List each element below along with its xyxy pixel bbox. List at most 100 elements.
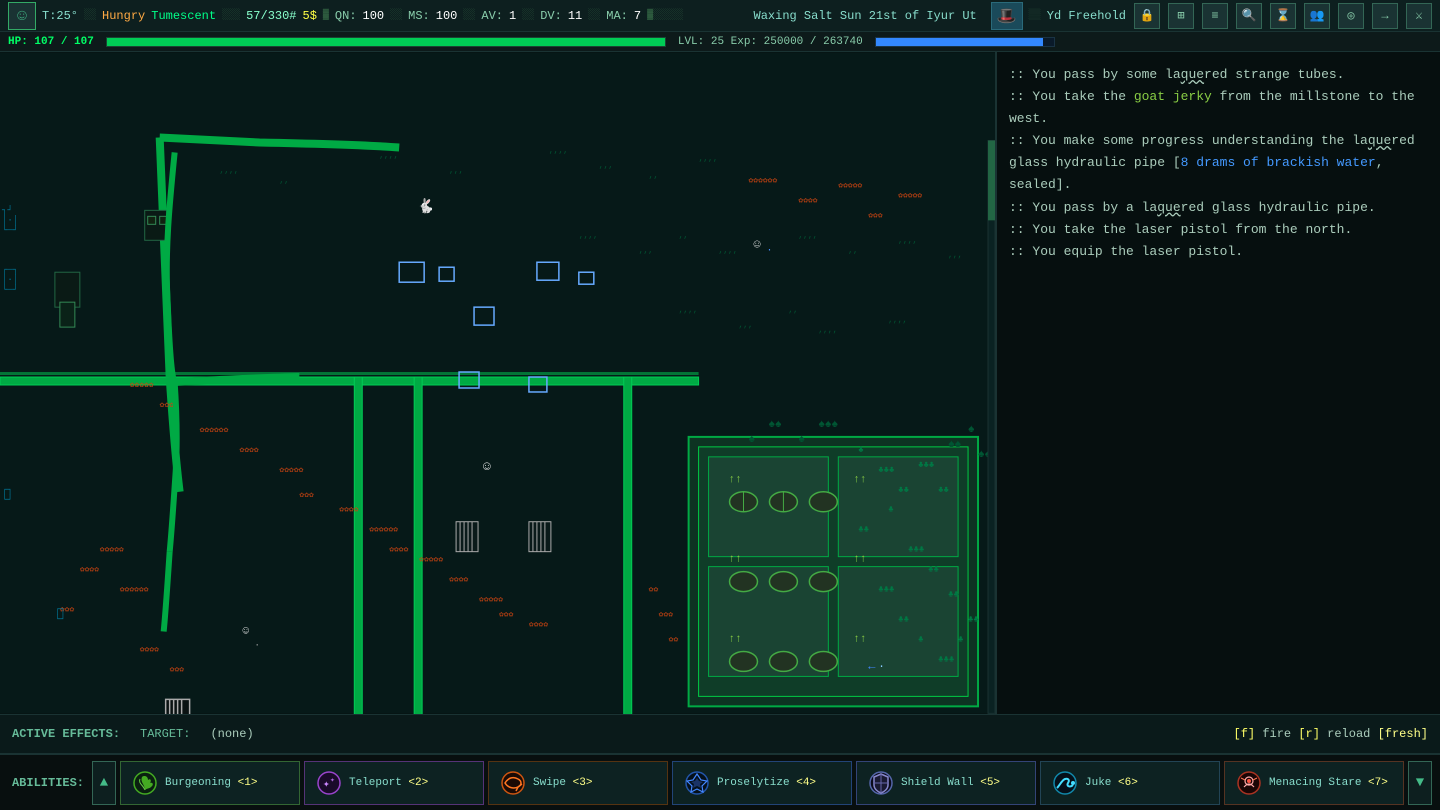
svg-text:♣♣♣: ♣♣♣ bbox=[938, 654, 954, 664]
message-2: :: You take the goat jerky from the mill… bbox=[1009, 86, 1428, 130]
arrow-icon-btn[interactable]: → bbox=[1372, 3, 1398, 29]
svg-text:✿✿✿: ✿✿✿ bbox=[299, 491, 314, 500]
svg-text:,,: ,, bbox=[679, 231, 689, 240]
hat-icon: 🎩 bbox=[991, 2, 1023, 30]
condition: Tumescent bbox=[151, 9, 216, 23]
game-viewport[interactable]: ✿✿✿✿✿ ✿✿✿ ✿✿✿✿✿✿ ✿✿✿✿ ✿✿✿✿✿ ✿✿✿ ✿✿✿✿ ✿✿✿… bbox=[0, 52, 997, 714]
svg-text:,,,: ,,, bbox=[449, 166, 463, 175]
svg-text:✿✿✿✿✿✿: ✿✿✿✿✿✿ bbox=[748, 176, 777, 185]
svg-text:└┘: └┘ bbox=[55, 614, 66, 625]
svg-text:✿✿: ✿✿ bbox=[649, 586, 659, 595]
hp-level-bar: HP: 107 / 107 LVL: 25 Exp: 250000 / 2637… bbox=[0, 32, 1440, 52]
svg-text:,,,,: ,,,, bbox=[888, 316, 907, 325]
message-4: :: You pass by a laquered glass hydrauli… bbox=[1009, 197, 1428, 219]
svg-text:✿✿✿✿✿: ✿✿✿✿✿ bbox=[419, 556, 443, 565]
shield-wall-name: Shield Wall <5> bbox=[901, 777, 1000, 789]
svg-text:,,,: ,,, bbox=[639, 246, 653, 255]
svg-text:↑↑: ↑↑ bbox=[729, 554, 742, 566]
svg-text:,,,,: ,,,, bbox=[549, 146, 568, 155]
svg-text:↑↑: ↑↑ bbox=[729, 474, 742, 486]
shield-wall-icon bbox=[867, 769, 895, 797]
message-3: :: You make some progress understanding … bbox=[1009, 130, 1428, 196]
swipe-name: Swipe <3> bbox=[533, 777, 592, 789]
svg-text:✿✿✿✿: ✿✿✿✿ bbox=[80, 566, 99, 575]
svg-text:♣: ♣ bbox=[918, 634, 923, 644]
svg-text:✿✿✿✿: ✿✿✿✿ bbox=[449, 576, 468, 585]
svg-text:,,,,: ,,,, bbox=[220, 166, 239, 175]
area-name: Yd Freehold bbox=[1047, 9, 1126, 23]
svg-text:✦: ✦ bbox=[330, 776, 335, 785]
top-status-bar: ☺ T:25° ░░ Hungry Tumescent ░░░ 57/330# … bbox=[0, 0, 1440, 32]
svg-text:,,: ,, bbox=[279, 176, 289, 185]
juke-icon bbox=[1051, 769, 1079, 797]
ability-burgeoning[interactable]: Burgeoning <1> bbox=[120, 761, 300, 805]
ability-nav-up[interactable]: ▲ bbox=[92, 761, 116, 805]
svg-text:✿✿✿✿: ✿✿✿✿ bbox=[389, 546, 408, 555]
svg-text:✿✿✿✿: ✿✿✿✿ bbox=[798, 196, 817, 205]
money: 5$ bbox=[303, 9, 317, 23]
svg-text:✿✿✿✿: ✿✿✿✿ bbox=[339, 506, 358, 515]
player-icon: ☺ bbox=[8, 2, 36, 30]
sword-icon-btn[interactable]: ⚔ bbox=[1406, 3, 1432, 29]
main-content: ✿✿✿✿✿ ✿✿✿ ✿✿✿✿✿✿ ✿✿✿✿ ✿✿✿✿✿ ✿✿✿ ✿✿✿✿ ✿✿✿… bbox=[0, 52, 1440, 714]
ability-proselytize[interactable]: Proselytize <4> bbox=[672, 761, 852, 805]
ability-swipe[interactable]: Swipe <3> bbox=[488, 761, 668, 805]
svg-text:♣♣: ♣♣ bbox=[968, 615, 979, 625]
svg-text:♠: ♠ bbox=[798, 434, 805, 446]
svg-text:✿✿✿✿✿✿: ✿✿✿✿✿✿ bbox=[369, 526, 398, 535]
svg-text:♠♠: ♠♠ bbox=[948, 439, 962, 451]
svg-text:♣♣: ♣♣ bbox=[928, 565, 939, 575]
message-6: :: You equip the laser pistol. bbox=[1009, 241, 1428, 263]
svg-text:✿✿✿✿✿: ✿✿✿✿✿ bbox=[479, 596, 503, 605]
lock-icon-btn[interactable]: 🔒 bbox=[1134, 3, 1160, 29]
svg-text:✿✿✿✿: ✿✿✿✿ bbox=[240, 446, 259, 455]
ability-teleport[interactable]: ✦ ✦ Teleport <2> bbox=[304, 761, 484, 805]
svg-text:♣♣♣: ♣♣♣ bbox=[918, 460, 934, 470]
svg-text:↑↑: ↑↑ bbox=[853, 554, 866, 566]
temperature: T:25° bbox=[42, 9, 78, 23]
ability-nav-down[interactable]: ▼ bbox=[1408, 761, 1432, 805]
svg-text:·: · bbox=[254, 640, 259, 650]
map-icon-btn[interactable]: ⊞ bbox=[1168, 3, 1194, 29]
svg-text:♠♠♠: ♠♠♠ bbox=[818, 419, 838, 431]
svg-text:♣: ♣ bbox=[888, 505, 893, 515]
svg-text:·: · bbox=[766, 244, 772, 255]
teleport-icon: ✦ ✦ bbox=[315, 769, 343, 797]
svg-text:✿✿✿: ✿✿✿ bbox=[160, 401, 175, 410]
svg-text:,,,,: ,,,, bbox=[699, 154, 718, 163]
svg-text:♣♣: ♣♣ bbox=[938, 485, 949, 495]
target-value: (none) bbox=[210, 727, 253, 741]
hunger-status: Hungry bbox=[102, 9, 145, 23]
svg-text:,,,,: ,,,, bbox=[818, 326, 837, 335]
exp-bar bbox=[875, 37, 1055, 47]
svg-text:✿✿✿: ✿✿✿ bbox=[868, 211, 883, 220]
search-icon-btn[interactable]: 🔍 bbox=[1236, 3, 1262, 29]
list-icon-btn[interactable]: ≡ bbox=[1202, 3, 1228, 29]
ability-shield-wall[interactable]: Shield Wall <5> bbox=[856, 761, 1036, 805]
target-icon-btn[interactable]: ◎ bbox=[1338, 3, 1364, 29]
proselytize-icon bbox=[683, 769, 711, 797]
ma-value: 7 bbox=[634, 9, 641, 23]
svg-text:,,,: ,,, bbox=[739, 321, 753, 330]
message-log: :: You pass by some laquered strange tub… bbox=[997, 52, 1440, 714]
svg-text:,,,,: ,,,, bbox=[679, 306, 698, 315]
svg-text:↑↑: ↑↑ bbox=[853, 474, 866, 486]
menacing-stare-name: Menacing Stare <7> bbox=[1269, 777, 1388, 789]
abilities-bar: ABILITIES: ▲ Burgeoning <1> ✦ ✦ Teleport… bbox=[0, 754, 1440, 810]
av-value: 1 bbox=[509, 9, 516, 23]
location-text: Waxing Salt Sun 21st of Iyur Ut bbox=[754, 9, 977, 23]
svg-text:☺: ☺ bbox=[483, 459, 491, 474]
ability-menacing-stare[interactable]: Menacing Stare <7> bbox=[1224, 761, 1404, 805]
people-icon-btn[interactable]: 👥 bbox=[1304, 3, 1330, 29]
svg-text:,,: ,, bbox=[848, 246, 858, 255]
hp-fill bbox=[107, 38, 665, 46]
svg-text:🐇: 🐇 bbox=[417, 197, 434, 215]
svg-text:✿✿✿✿✿: ✿✿✿✿✿ bbox=[130, 381, 154, 390]
ability-juke[interactable]: Juke <6> bbox=[1040, 761, 1220, 805]
target-label: TARGET: bbox=[140, 727, 190, 741]
svg-text:✿✿✿✿✿: ✿✿✿✿✿ bbox=[100, 546, 124, 555]
exp-fill bbox=[876, 38, 1043, 46]
hourglass-icon-btn[interactable]: ⌛ bbox=[1270, 3, 1296, 29]
swipe-icon bbox=[499, 769, 527, 797]
svg-text:♠: ♠ bbox=[968, 424, 975, 436]
